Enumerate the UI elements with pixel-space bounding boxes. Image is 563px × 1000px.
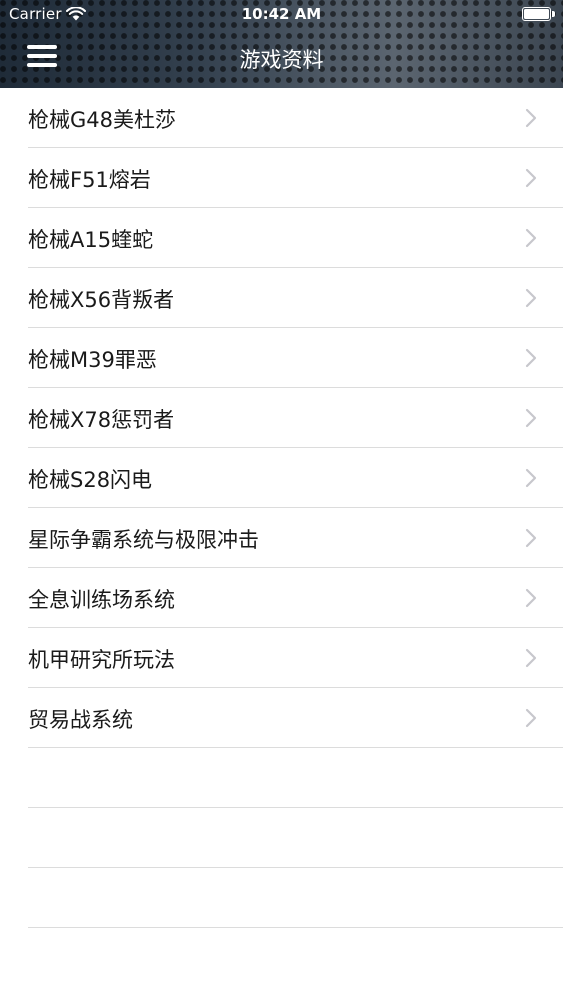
chevron-right-icon bbox=[525, 408, 537, 428]
list-item-label: 贸易战系统 bbox=[28, 708, 133, 732]
list-item[interactable]: 枪械X78惩罚者 bbox=[0, 388, 563, 448]
list-item-label: 机甲研究所玩法 bbox=[28, 648, 175, 672]
list-item[interactable]: 全息训练场系统 bbox=[0, 568, 563, 628]
list-item-label: 星际争霸系统与极限冲击 bbox=[28, 528, 259, 552]
list-item-label: 枪械G48美杜莎 bbox=[28, 108, 176, 132]
chevron-right-icon bbox=[525, 528, 537, 548]
list-item-label: 全息训练场系统 bbox=[28, 588, 175, 612]
list-item[interactable]: 贸易战系统 bbox=[0, 688, 563, 748]
chevron-right-icon bbox=[525, 348, 537, 368]
battery-icon bbox=[522, 7, 555, 21]
list-item[interactable]: 机甲研究所玩法 bbox=[0, 628, 563, 688]
list-item[interactable]: 枪械F51熔岩 bbox=[0, 148, 563, 208]
list-item[interactable]: 枪械X56背叛者 bbox=[0, 268, 563, 328]
list-item[interactable]: 枪械A15蝰蛇 bbox=[0, 208, 563, 268]
list-item-label: 枪械S28闪电 bbox=[28, 468, 153, 492]
chevron-right-icon bbox=[525, 108, 537, 128]
empty-row bbox=[0, 808, 563, 868]
list-item[interactable]: 枪械S28闪电 bbox=[0, 448, 563, 508]
navigation-bar: 游戏资料 bbox=[0, 30, 563, 86]
game-info-list: 枪械G48美杜莎 枪械F51熔岩 枪械A15蝰蛇 枪械X56背叛者 枪械M39罪恶 枪械X… bbox=[0, 88, 563, 928]
list-item[interactable]: 枪械M39罪恶 bbox=[0, 328, 563, 388]
list-item-label: 枪械X78惩罚者 bbox=[28, 408, 175, 432]
empty-row bbox=[0, 748, 563, 808]
chevron-right-icon bbox=[525, 168, 537, 188]
chevron-right-icon bbox=[525, 228, 537, 248]
chevron-right-icon bbox=[525, 588, 537, 608]
chevron-right-icon bbox=[525, 288, 537, 308]
list-item-label: 枪械X56背叛者 bbox=[28, 288, 175, 312]
row-separator bbox=[28, 927, 563, 928]
status-bar: Carrier 10:42 AM bbox=[0, 0, 563, 30]
empty-row bbox=[0, 868, 563, 928]
chevron-right-icon bbox=[525, 468, 537, 488]
chevron-right-icon bbox=[525, 708, 537, 728]
chevron-right-icon bbox=[525, 648, 537, 668]
status-time: 10:42 AM bbox=[241, 5, 322, 23]
list-item-label: 枪械F51熔岩 bbox=[28, 168, 151, 192]
list-item-label: 枪械A15蝰蛇 bbox=[28, 228, 154, 252]
list-item[interactable]: 枪械G48美杜莎 bbox=[0, 88, 563, 148]
list-item-label: 枪械M39罪恶 bbox=[28, 348, 157, 372]
header: Carrier 10:42 AM 游戏资料 bbox=[0, 0, 563, 88]
list-item[interactable]: 星际争霸系统与极限冲击 bbox=[0, 508, 563, 568]
page-title: 游戏资料 bbox=[239, 48, 324, 72]
